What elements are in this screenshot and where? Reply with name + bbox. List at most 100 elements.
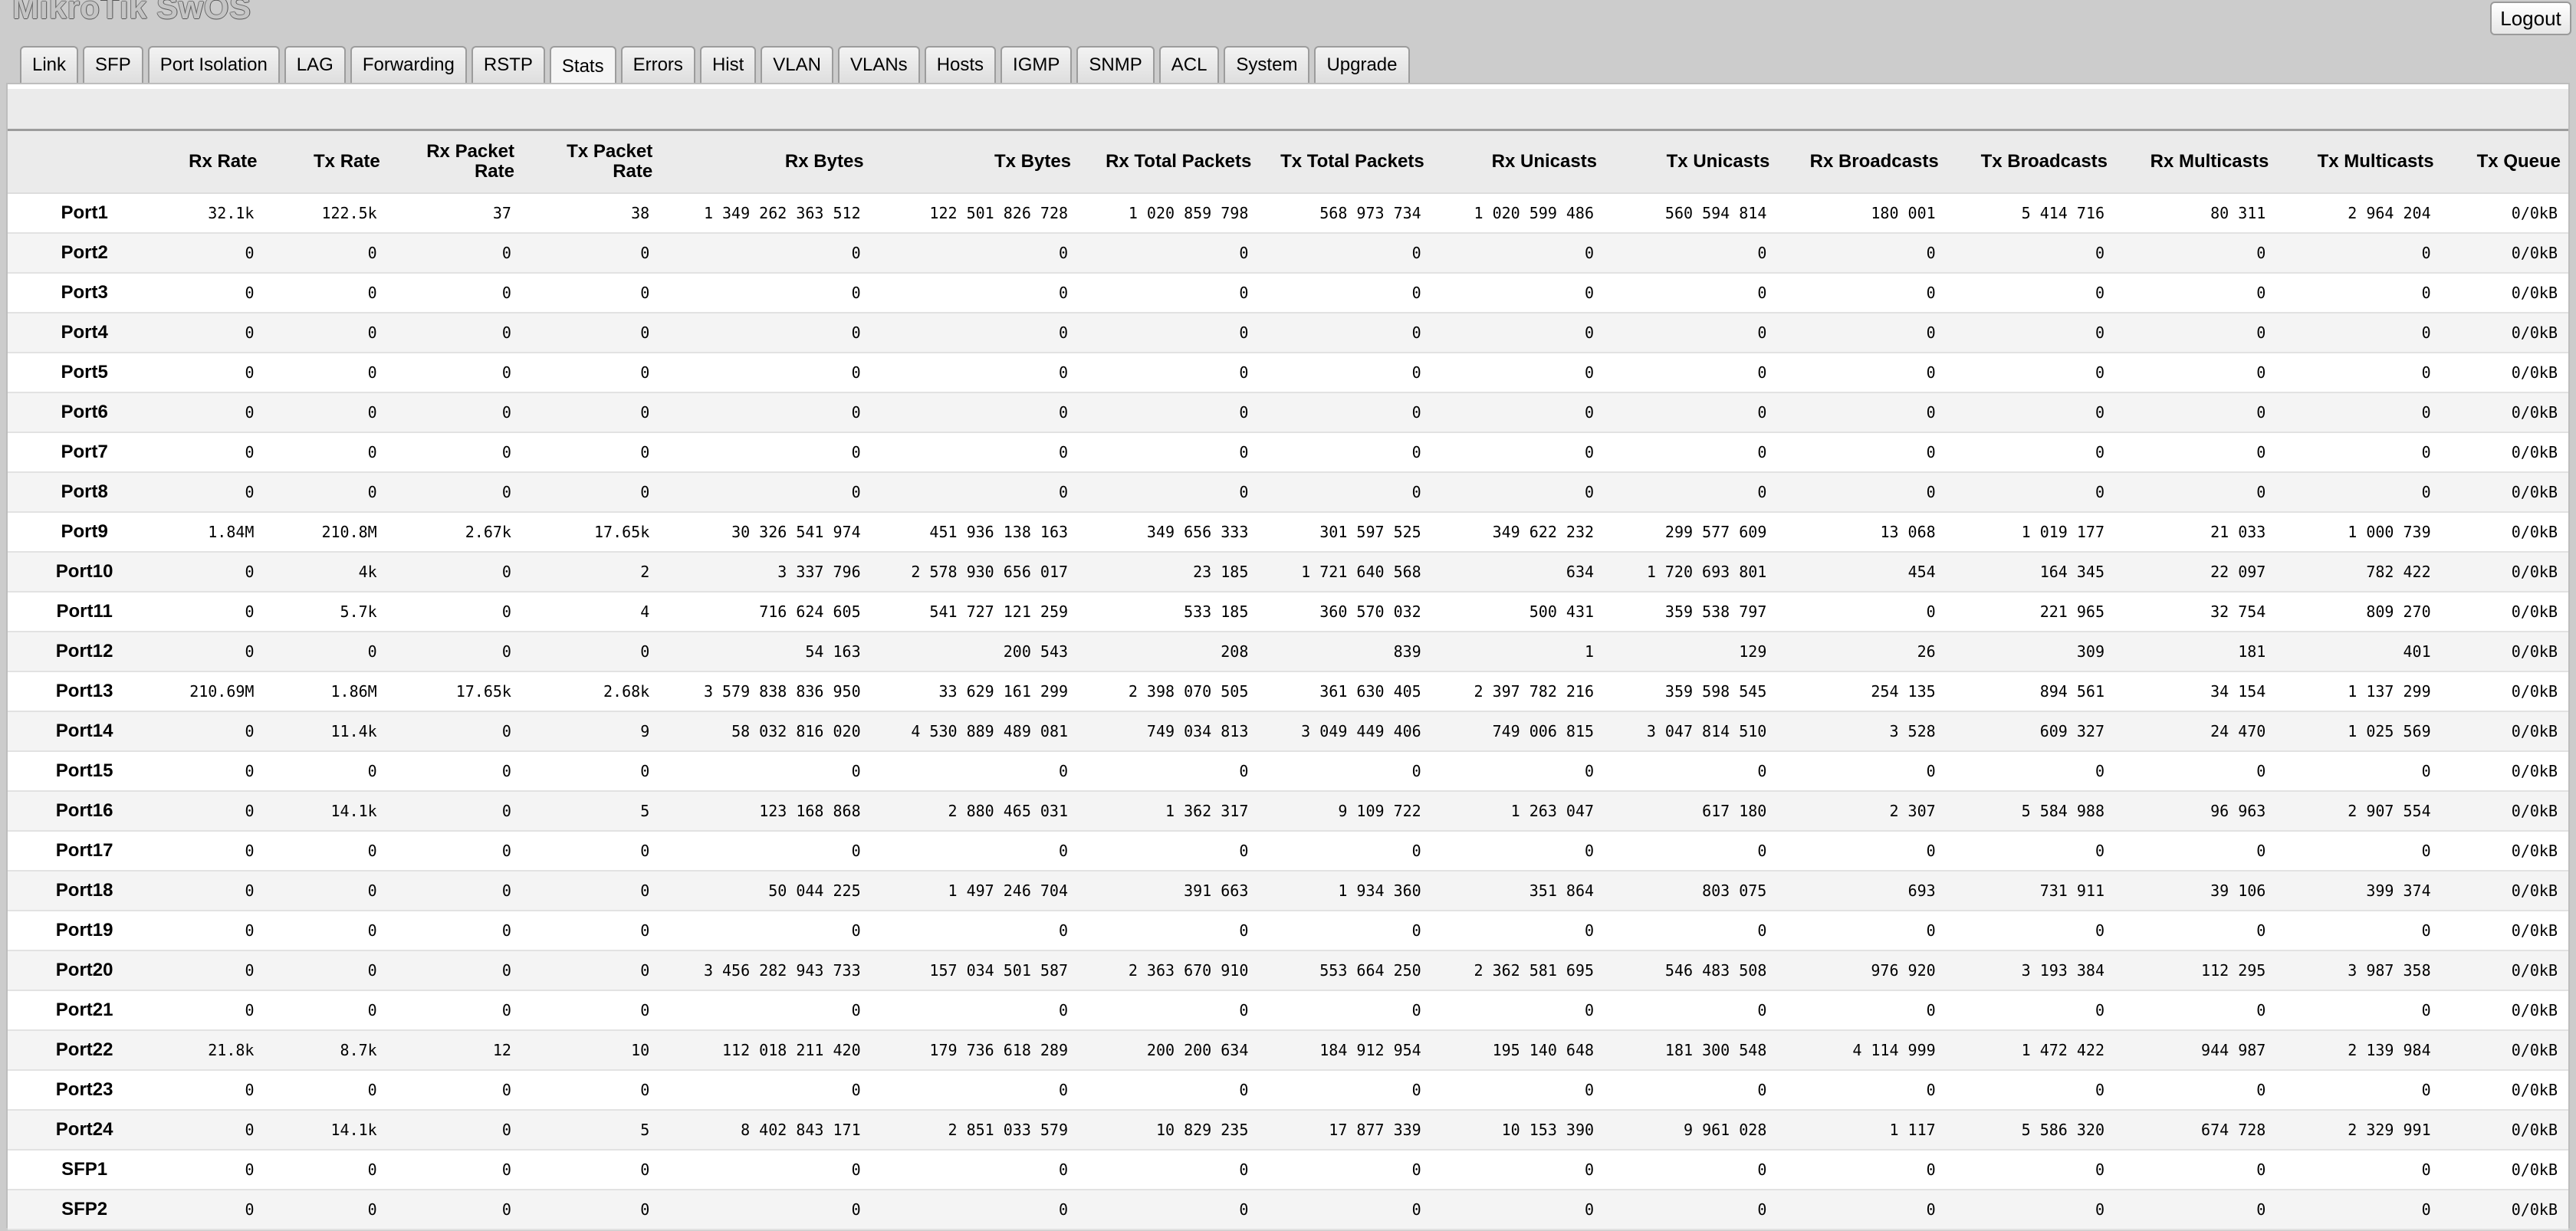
stat-cell: 0 [1431, 233, 1605, 274]
stat-cell: 0 [2276, 472, 2442, 513]
column-header-rx-packet-rate: Rx Packet Rate [387, 131, 522, 194]
stat-cell: 0 [161, 751, 265, 792]
tab-acl[interactable]: ACL [1158, 46, 1220, 83]
stat-cell: 0 [521, 950, 661, 991]
stat-cell: 0/0kB [2441, 392, 2568, 433]
port-name-cell: Port20 [8, 950, 162, 991]
stat-cell: 0 [521, 831, 661, 872]
stat-cell: 0 [2115, 1070, 2277, 1111]
stat-cell: 782 422 [2276, 552, 2442, 593]
stat-cell: 0/0kB [2441, 671, 2568, 712]
stat-cell: 454 [1777, 552, 1947, 593]
column-header-tx-multicasts: Tx Multicasts [2276, 131, 2442, 194]
stat-cell: 10 [521, 1030, 661, 1071]
stat-cell: 0/0kB [2441, 273, 2568, 313]
stat-cell: 0 [660, 1070, 872, 1111]
stat-cell: 2.67k [387, 512, 522, 553]
stat-cell: 32 754 [2115, 592, 2277, 632]
tab-errors[interactable]: Errors [620, 46, 695, 83]
stat-cell: 0 [2276, 1150, 2442, 1190]
table-row: Port2 0 0 0 0 0 0 0 0 0 0 0 0 0 0 0/0kB [8, 233, 2568, 274]
stat-cell: 0 [264, 432, 388, 473]
table-row: Port8 0 0 0 0 0 0 0 0 0 0 0 0 0 0 0/0kB [8, 472, 2568, 513]
stat-cell: 129 [1605, 632, 1778, 672]
stat-cell: 3 193 384 [1946, 950, 2116, 991]
stat-cell: 180 001 [1777, 193, 1947, 234]
stat-cell: 0 [264, 273, 388, 313]
tab-forwarding[interactable]: Forwarding [350, 46, 467, 83]
tab-system[interactable]: System [1224, 46, 1310, 83]
stat-cell: 0 [161, 233, 265, 274]
stat-cell: 0 [1605, 990, 1778, 1031]
stat-cell: 0/0kB [2441, 1070, 2568, 1111]
tab-link[interactable]: Link [20, 46, 79, 83]
stat-cell: 0 [2276, 831, 2442, 872]
stat-cell: 1 362 317 [1079, 791, 1260, 832]
port-name-cell: Port10 [8, 552, 162, 593]
tab-stats[interactable]: Stats [549, 46, 616, 86]
tab-port-isolation[interactable]: Port Isolation [147, 46, 280, 83]
stat-cell: 122.5k [264, 193, 388, 234]
tab-snmp[interactable]: SNMP [1076, 46, 1155, 83]
stat-cell: 0 [387, 1150, 522, 1190]
stat-cell: 1 349 262 363 512 [660, 193, 872, 234]
stat-cell: 3 337 796 [660, 552, 872, 593]
table-row: Port15 0 0 0 0 0 0 0 0 0 0 0 0 0 0 0/0kB [8, 751, 2568, 792]
stat-cell: 0 [1777, 751, 1947, 792]
stat-cell: 39 106 [2115, 871, 2277, 911]
tab-hist[interactable]: Hist [699, 46, 757, 83]
stat-cell: 34 154 [2115, 671, 2277, 712]
stat-cell: 0 [387, 751, 522, 792]
stat-cell: 0 [1431, 273, 1605, 313]
table-row: Port21 0 0 0 0 0 0 0 0 0 0 0 0 0 0 0/0kB [8, 990, 2568, 1031]
tab-vlans[interactable]: VLANs [837, 46, 920, 83]
column-header-rx-unicasts: Rx Unicasts [1431, 131, 1605, 194]
tab-sfp[interactable]: SFP [83, 46, 143, 83]
column-header-rx-bytes: Rx Bytes [660, 131, 872, 194]
stat-cell: 541 727 121 259 [871, 592, 1079, 632]
stat-cell: 22 097 [2115, 552, 2277, 593]
stat-cell: 0 [1259, 472, 1432, 513]
tab-vlan[interactable]: VLAN [761, 46, 833, 83]
stat-cell: 0 [387, 1110, 522, 1151]
tab-lag[interactable]: LAG [284, 46, 346, 83]
stat-cell: 0 [1946, 911, 2116, 951]
stat-cell: 3 049 449 406 [1259, 711, 1432, 752]
tab-hosts[interactable]: Hosts [924, 46, 997, 83]
table-row: Port9 1.84M 210.8M 2.67k 17.65k 30 326 541 97… [8, 512, 2568, 553]
stat-cell: 0/0kB [2441, 1110, 2568, 1151]
stat-cell: 0 [387, 1190, 522, 1230]
stat-cell: 2 578 930 656 017 [871, 552, 1079, 593]
stat-cell: 3 047 814 510 [1605, 711, 1778, 752]
column-header-tx-packet-rate: Tx Packet Rate [521, 131, 661, 194]
stat-cell: 30 326 541 974 [660, 512, 872, 553]
stat-cell: 2 363 670 910 [1079, 950, 1260, 991]
stat-cell: 0 [161, 592, 265, 632]
stat-cell: 0 [1605, 831, 1778, 872]
stat-cell: 1 020 859 798 [1079, 193, 1260, 234]
stat-cell: 0 [1777, 353, 1947, 393]
logout-button[interactable]: Logout [2490, 2, 2571, 35]
port-name-cell: Port8 [8, 472, 162, 513]
stat-cell: 0 [387, 273, 522, 313]
stat-cell: 2 398 070 505 [1079, 671, 1260, 712]
port-name-cell: Port7 [8, 432, 162, 473]
tab-igmp[interactable]: IGMP [1001, 46, 1073, 83]
tab-rstp[interactable]: RSTP [471, 46, 545, 83]
column-header-tx-queue: Tx Queue [2441, 131, 2568, 194]
stat-cell: 0/0kB [2441, 1030, 2568, 1071]
stat-cell: 299 577 609 [1605, 512, 1778, 553]
stat-cell: 37 [387, 193, 522, 234]
column-header-port [8, 131, 162, 194]
tab-upgrade[interactable]: Upgrade [1314, 46, 1410, 83]
stat-cell: 533 185 [1079, 592, 1260, 632]
stat-cell: 1 000 739 [2276, 512, 2442, 553]
stat-cell: 568 973 734 [1259, 193, 1432, 234]
stat-cell: 0 [161, 791, 265, 832]
stat-cell: 38 [521, 193, 661, 234]
stat-cell: 0 [2115, 313, 2277, 353]
port-name-cell: Port21 [8, 990, 162, 1031]
stat-cell: 1 934 360 [1259, 871, 1432, 911]
column-header-rx-multicasts: Rx Multicasts [2115, 131, 2277, 194]
stat-cell: 181 [2115, 632, 2277, 672]
